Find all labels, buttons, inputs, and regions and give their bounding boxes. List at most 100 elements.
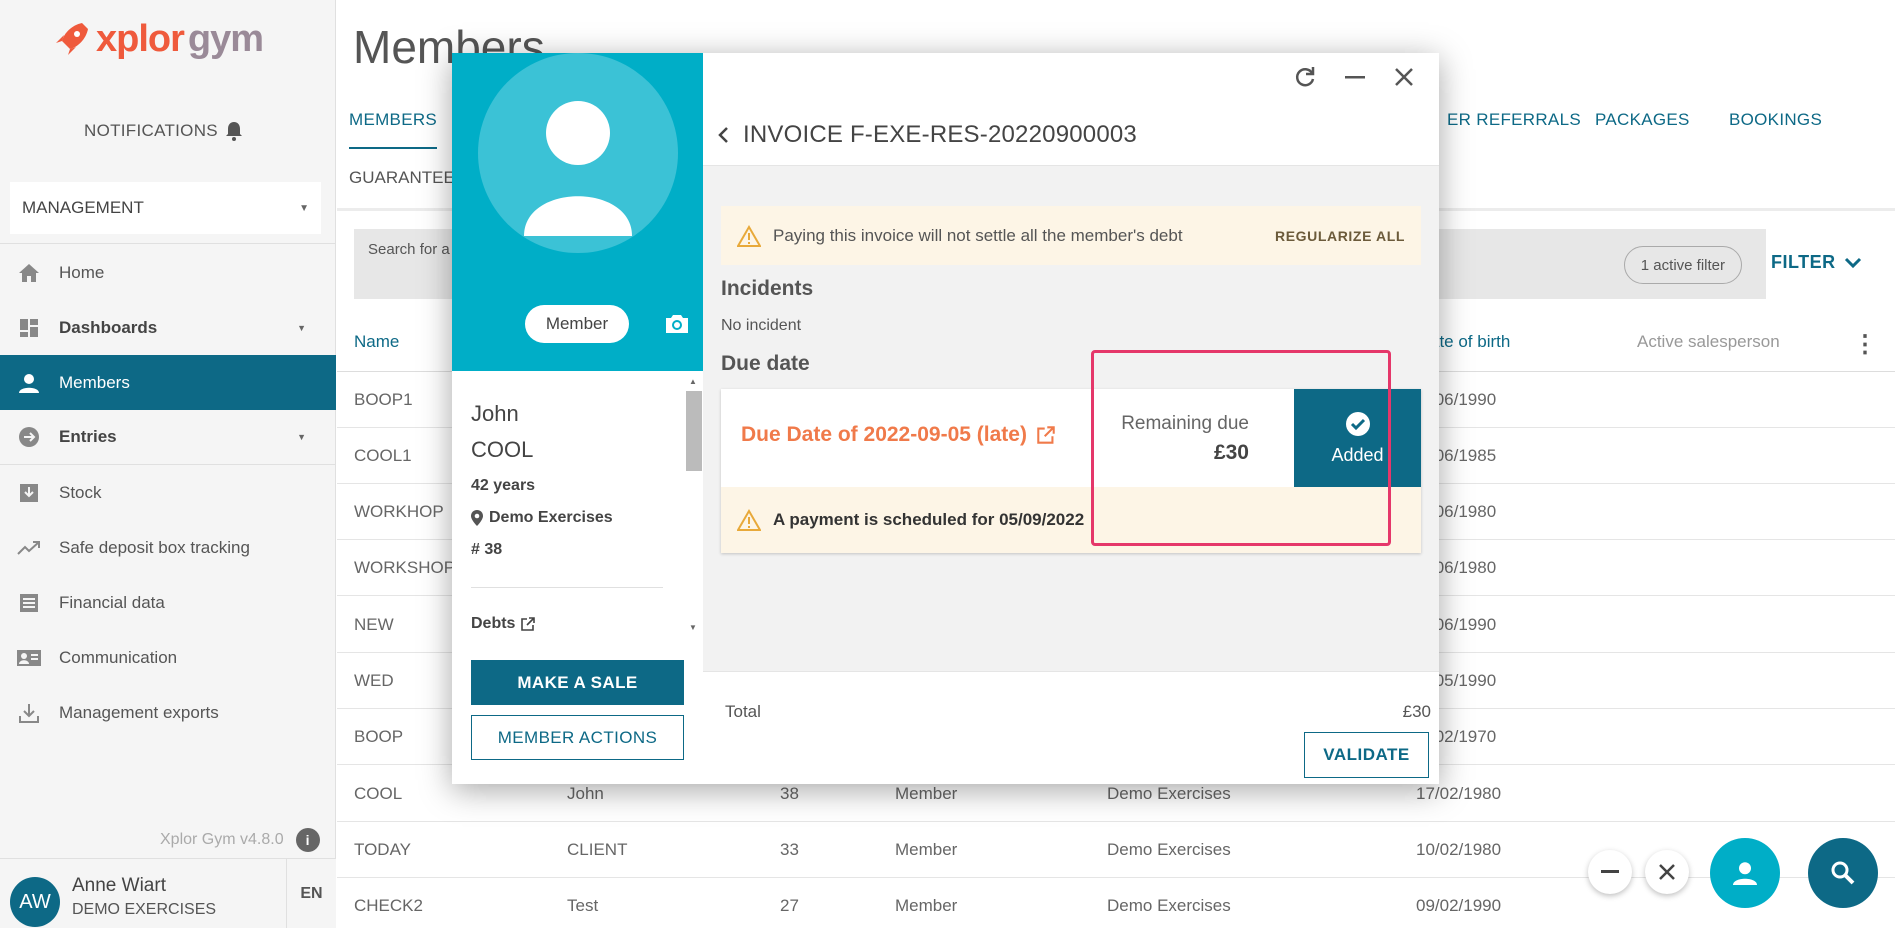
xplor-gym-logo[interactable]: xplor gym xyxy=(52,14,264,64)
cell-club: Demo Exercises xyxy=(1107,784,1231,803)
tab-referrals[interactable]: ER REFERRALS xyxy=(1447,110,1581,130)
cell-name: NEW xyxy=(354,615,394,634)
validate-button[interactable]: VALIDATE xyxy=(1304,732,1429,778)
sidebar-item-financial-data[interactable]: Financial data xyxy=(0,575,336,630)
dropdown-arrow-icon: ▼ xyxy=(299,202,309,214)
sidebar-item-label: Members xyxy=(59,372,130,392)
tab-members[interactable]: MEMBERS xyxy=(349,110,438,149)
scheduled-payment-text: A payment is scheduled for 05/09/2022 xyxy=(773,510,1085,529)
cell-dob: /06/1990 xyxy=(1430,390,1497,409)
cell-type: Member xyxy=(895,840,958,859)
sidebar-item-home[interactable]: Home xyxy=(0,245,336,300)
member-avatar[interactable] xyxy=(478,53,678,253)
cell-dob: /05/1990 xyxy=(1430,671,1497,690)
more-options-icon[interactable]: ⋮ xyxy=(1853,330,1877,359)
member-info: John COOL 42 years Demo Exercises # 38 D… xyxy=(452,371,703,639)
tab-bookings[interactable]: BOOKINGS xyxy=(1729,110,1822,130)
minimize-all-button[interactable] xyxy=(1588,850,1632,894)
close-icon[interactable] xyxy=(1393,65,1415,89)
cell-name: WORKHOP xyxy=(354,502,444,521)
scroll-down-icon[interactable]: ▼ xyxy=(689,623,697,632)
debt-warning-banner: Paying this invoice will not settle all … xyxy=(721,206,1421,265)
member-type-badge: Member xyxy=(525,305,629,343)
management-select[interactable]: MANAGEMENT ▼ xyxy=(10,182,321,234)
person-icon xyxy=(524,101,632,236)
minimize-icon[interactable] xyxy=(1344,65,1366,89)
no-incident-text: No incident xyxy=(721,317,802,334)
sidebar-item-label: Stock xyxy=(59,482,102,502)
sidebar-item-members[interactable]: Members xyxy=(0,355,336,410)
scrollbar[interactable]: ▲ ▼ xyxy=(681,377,702,633)
scroll-thumb[interactable] xyxy=(686,391,702,471)
user-club: DEMO EXERCISES xyxy=(72,901,217,918)
cell-dob: /02/1970 xyxy=(1430,727,1497,746)
global-search-button[interactable] xyxy=(1808,838,1878,908)
stock-icon xyxy=(14,481,44,505)
close-all-button[interactable] xyxy=(1645,850,1689,894)
incidents-title: Incidents xyxy=(721,277,814,300)
chevron-down-icon xyxy=(1844,257,1861,268)
cell-name: CHECK2 xyxy=(354,896,423,915)
divider xyxy=(471,587,663,588)
regularize-all-button[interactable]: REGULARIZE ALL xyxy=(1275,228,1405,244)
logo-word-xplor: xplor xyxy=(96,17,185,60)
cell-name: BOOP xyxy=(354,727,404,746)
debts-link[interactable]: Debts xyxy=(471,615,536,633)
logo-word-gym: gym xyxy=(187,17,264,60)
sidebar-item-safe-deposit[interactable]: Safe deposit box tracking xyxy=(0,520,336,575)
member-number: # 38 xyxy=(471,541,503,558)
language-switcher[interactable]: EN xyxy=(286,859,336,928)
sidebar-item-management-exports[interactable]: Management exports xyxy=(0,685,336,740)
member-age: 42 years xyxy=(471,477,536,494)
member-last-name: COOL xyxy=(471,437,534,462)
sidebar-item-dashboards[interactable]: Dashboards ▼ xyxy=(0,300,336,355)
make-a-sale-button[interactable]: MAKE A SALE xyxy=(471,660,684,705)
version-text: Xplor Gym v4.8.0 xyxy=(160,831,284,848)
sidebar-item-label: Home xyxy=(59,262,105,282)
cell-name: COOL1 xyxy=(354,446,412,465)
cell-club: Demo Exercises xyxy=(1107,840,1231,859)
cell-number: 27 xyxy=(780,896,799,915)
column-header-name[interactable]: Name xyxy=(354,332,399,352)
cell-name: WORKSHOP xyxy=(354,558,456,577)
cell-name: TODAY xyxy=(354,840,411,859)
sidebar-item-label: Management exports xyxy=(59,702,219,722)
column-header-salesperson[interactable]: Active salesperson xyxy=(1637,332,1780,352)
download-icon xyxy=(14,701,44,725)
camera-icon[interactable] xyxy=(664,313,690,335)
rocket-icon xyxy=(56,23,88,55)
sidebar-item-label: Communication xyxy=(59,647,178,667)
refresh-icon[interactable] xyxy=(1293,65,1317,89)
chevron-left-icon[interactable] xyxy=(717,126,729,144)
minus-icon xyxy=(1601,870,1619,873)
chevron-down-icon: ▼ xyxy=(297,322,306,333)
user-name: Anne Wiart xyxy=(72,875,166,896)
cell-type: Member xyxy=(895,896,958,915)
tab-packages[interactable]: PACKAGES xyxy=(1595,110,1690,130)
sidebar-item-entries[interactable]: Entries ▼ xyxy=(0,410,336,465)
active-filter-chip[interactable]: 1 active filter xyxy=(1623,246,1742,284)
scroll-up-icon[interactable]: ▲ xyxy=(689,377,697,386)
sidebar-item-label: Safe deposit box tracking xyxy=(59,537,250,557)
new-member-button[interactable] xyxy=(1710,838,1780,908)
member-club: Demo Exercises xyxy=(471,509,613,527)
bell-icon xyxy=(225,122,242,141)
filter-button[interactable]: FILTER xyxy=(1771,252,1862,273)
avatar[interactable]: AW xyxy=(10,877,60,927)
tab-guarantee[interactable]: GUARANTEE xyxy=(349,168,455,188)
cell-number: 33 xyxy=(780,840,799,859)
sidebar-item-stock[interactable]: Stock xyxy=(0,465,336,520)
dashboard-icon xyxy=(14,316,44,340)
trend-icon xyxy=(14,536,44,560)
member-actions-button[interactable]: MEMBER ACTIONS xyxy=(471,715,684,760)
warning-icon xyxy=(737,224,761,247)
external-link-icon xyxy=(521,617,536,631)
sidebar-item-communication[interactable]: Communication xyxy=(0,630,336,685)
column-header-dob[interactable]: ate of birth xyxy=(1430,332,1510,352)
search-input[interactable]: Search for a xyxy=(368,241,450,258)
cell-number: 38 xyxy=(780,784,799,803)
info-icon[interactable]: i xyxy=(295,828,320,852)
cell-club: Demo Exercises xyxy=(1107,896,1231,915)
notifications-link[interactable]: NOTIFICATIONS xyxy=(84,120,244,142)
person-icon xyxy=(1733,862,1757,885)
